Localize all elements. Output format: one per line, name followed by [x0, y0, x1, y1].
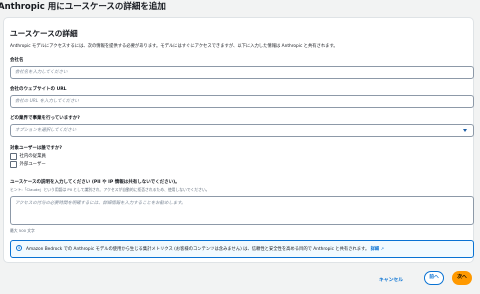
checkbox-label: 社内の従業員 — [19, 154, 46, 160]
industry-label: どの業界で事業を行っていますか? — [10, 116, 80, 121]
page-title: Anthropic 用にユースケースの詳細を追加 — [0, 2, 166, 12]
info-alert: i Amazon Bedrock での Anthropic モデルの使用から生じ… — [10, 240, 474, 258]
company-name-input[interactable]: 会社名を入力してください — [10, 66, 474, 79]
company-name-label: 会社名 — [10, 58, 24, 63]
use-case-textarea[interactable]: アクセスの付与の必要時間を明確するには、詳細情報を入力することをお勧めします。 — [10, 196, 474, 225]
caret-down-icon — [463, 129, 467, 132]
learn-more-link[interactable]: 詳細 — [371, 247, 380, 252]
checkbox-internal-employees[interactable]: 社内の従業員 — [10, 153, 46, 160]
next-button[interactable]: 次へ — [452, 271, 472, 285]
company-url-input[interactable]: 会社の URL を入力してください — [10, 95, 474, 108]
industry-select-placeholder: オプションを選択してください — [15, 128, 77, 133]
use-case-label: ユースケースの説明を入力してください (PII や IP 情報は共有しないでくだ… — [10, 180, 180, 185]
external-link-icon: ↗ — [380, 245, 384, 251]
info-text: Amazon Bedrock での Anthropic モデルの使用から生じる集… — [26, 246, 370, 252]
card-title: ユースケースの詳細 — [10, 29, 78, 38]
checkbox-box[interactable] — [10, 153, 17, 160]
checkbox-label: 外部ユーザー — [19, 162, 46, 168]
card-description: Anthropic モデルにアクセスするには、次の情報を提供する必要があります。… — [10, 44, 338, 49]
industry-select[interactable]: オプションを選択してください — [10, 124, 474, 137]
previous-button[interactable]: 前へ — [424, 271, 444, 285]
info-text-line: Amazon Bedrock での Anthropic モデルの使用から生じる集… — [26, 246, 384, 252]
char-limit-hint: 最大 500 文字 — [10, 228, 35, 233]
target-users-label: 対象ユーザーは誰ですか? — [10, 146, 63, 151]
company-url-label: 会社のウェブサイトの URL — [10, 87, 67, 92]
cancel-button[interactable]: キャンセル — [379, 276, 403, 283]
checkbox-box[interactable] — [10, 161, 17, 168]
use-case-hint: ヒント:「Claude」という用語は PII として識別され、アクセスが自動的に… — [10, 187, 210, 192]
info-icon: i — [16, 245, 22, 251]
checkbox-external-users[interactable]: 外部ユーザー — [10, 161, 46, 168]
use-case-details-card: ユースケースの詳細 Anthropic モデルにアクセスするには、次の情報を提供… — [3, 17, 474, 263]
